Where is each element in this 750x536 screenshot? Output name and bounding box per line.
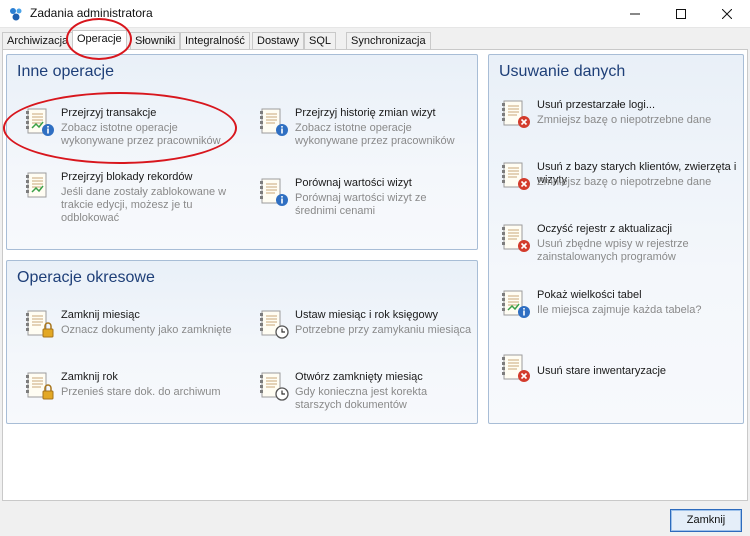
op-title: Usuń stare inwentaryzacje [537,365,667,377]
op-description: Zmniejsz bazę o niepotrzebne dane [537,176,712,188]
op-description: Gdy konieczna jest korekta starszych dok… [295,386,428,411]
document-clock-icon [259,372,289,401]
op-description: Jeśli dane zostały zablokowane w trakcie… [61,186,227,224]
op-zamknij-miesiac[interactable]: Zamknij miesiąc Oznacz dokumenty jako za… [25,309,245,343]
document-chart-icon [25,172,47,198]
tab-synchronizacja[interactable]: Synchronizacja [346,32,431,50]
panel-operacje-okresowe: Operacje okresowe Zamknij miesiąc Oznacz… [6,260,478,424]
op-title: Ustaw miesiąc i rok księgowy [295,309,439,321]
op-usun-starych-klientow[interactable]: Usuń z bazy starych klientów, zwierzęta … [501,161,739,195]
op-usun-stare-inwentaryzacje[interactable]: Usuń stare inwentaryzacje [501,353,739,387]
tab-strip: Archiwizacja Operacje Słowniki Integraln… [0,30,750,51]
document-delete-icon [501,100,530,128]
maximize-icon [676,9,686,19]
tab-operacje[interactable]: Operacje [72,30,127,51]
document-delete-icon [501,162,530,190]
op-otworz-zamkniety-miesiac[interactable]: Otwórz zamknięty miesiąc Gdy konieczna j… [259,371,473,415]
op-oczysc-rejestr[interactable]: Oczyść rejestr z aktualizacji Usuń zbędn… [501,223,739,267]
tab-sql[interactable]: SQL [304,32,337,50]
op-description: Oznacz dokumenty jako zamknięte [61,324,232,336]
op-title: Oczyść rejestr z aktualizacji [537,223,673,235]
op-title: Otwórz zamknięty miesiąc [295,371,423,383]
op-description: Zmniejsz bazę o niepotrzebne dane [537,114,712,126]
op-title: Zamknij rok [61,371,118,383]
minimize-button[interactable] [612,0,658,28]
op-description: Ile miejsca zajmuje każda tabela? [537,304,702,316]
op-blokady-rekordow[interactable]: Przejrzyj blokady rekordów Jeśli dane zo… [25,171,245,227]
op-usun-logi[interactable]: Usuń przestarzałe logi... Zmniejsz bazę … [501,99,739,133]
minimize-icon [630,13,640,15]
op-title: Przejrzyj historię zmian wizyt [295,107,436,119]
panel-title: Usuwanie danych [499,63,626,80]
panel-title: Inne operacje [17,63,114,80]
document-delete-icon [501,354,530,382]
panel-title: Operacje okresowe [17,269,155,286]
document-clock-icon [259,310,289,339]
op-title: Usuń przestarzałe logi... [537,99,655,111]
op-title: Pokaż wielkości tabel [537,289,642,301]
tab-archiwizacja[interactable]: Archiwizacja [2,32,74,50]
document-info-icon [259,178,288,206]
op-zamknij-rok[interactable]: Zamknij rok Przenieś stare dok. do archi… [25,371,245,405]
panel-usuwanie-danych: Usuwanie danych Usuń przestarzałe logi..… [488,54,744,424]
document-delete-icon [501,224,530,252]
close-icon [722,9,732,19]
close-button[interactable]: Zamknij [670,509,742,532]
title-bar: Zadania administratora [0,0,750,28]
op-porownaj-wartosci-wizyt[interactable]: Porównaj wartości wizyt Porównaj wartośc… [259,177,469,221]
tab-integralnosc[interactable]: Integralność [180,32,250,50]
op-przejrzyj-transakcje[interactable]: Przejrzyj transakcje Zobacz istotne oper… [25,107,245,151]
op-description: Zobacz istotne operacje wykonywane przez… [61,122,221,147]
tab-dostawy[interactable]: Dostawy [252,32,305,50]
op-title: Przejrzyj blokady rekordów [61,171,193,183]
tab-slowniki[interactable]: Słowniki [130,32,181,50]
op-description: Potrzebne przy zamykaniu miesiąca [295,324,472,336]
document-info-icon [25,108,54,136]
maximize-button[interactable] [658,0,704,28]
document-info-icon [501,290,530,318]
op-pokaz-wielkosci-tabel[interactable]: Pokaż wielkości tabel Ile miejsca zajmuj… [501,289,739,323]
app-logo-icon [10,8,22,21]
op-description: Porównaj wartości wizyt ze średnimi cena… [295,192,427,217]
op-description: Zobacz istotne operacje wykonywane przez… [295,122,455,147]
op-description: Usuń zbędne wpisy w rejestrze zainstalow… [537,238,689,263]
op-historia-zmian-wizyt[interactable]: Przejrzyj historię zmian wizyt Zobacz is… [259,107,469,151]
close-window-button[interactable] [704,0,750,28]
document-lock-icon [25,310,54,338]
panel-inne-operacje: Inne operacje Przejrzyj transakcje Zobac… [6,54,478,250]
document-lock-icon [25,372,54,400]
document-info-icon [259,108,288,136]
window-title: Zadania administratora [30,6,153,20]
op-description: Przenieś stare dok. do archiwum [61,386,221,398]
op-title: Zamknij miesiąc [61,309,140,321]
op-title: Przejrzyj transakcje [61,107,157,119]
op-ustaw-miesiac-rok[interactable]: Ustaw miesiąc i rok księgowy Potrzebne p… [259,309,473,343]
op-title: Porównaj wartości wizyt [295,177,412,189]
